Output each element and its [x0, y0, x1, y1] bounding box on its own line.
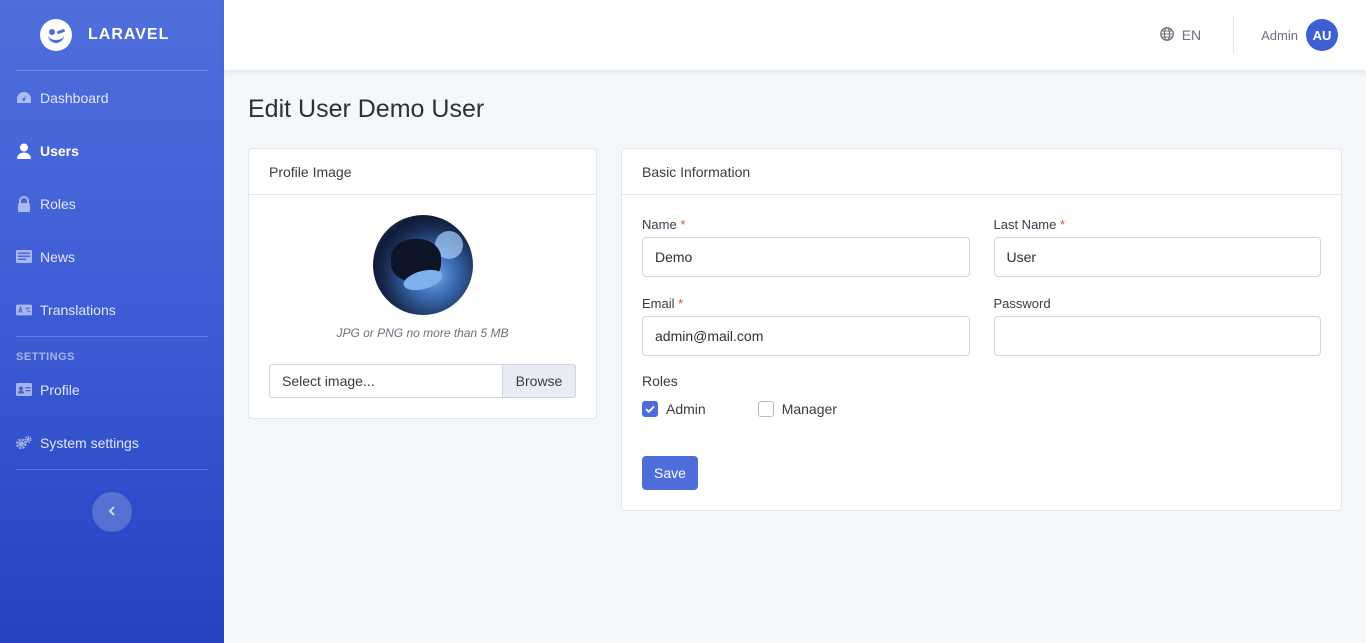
user-icon: [16, 143, 32, 159]
file-input-label[interactable]: Select image...: [270, 365, 502, 397]
sidebar-item-news[interactable]: News: [0, 230, 224, 283]
profile-image-card: Profile Image JPG or PNG no more than 5 …: [248, 148, 597, 419]
roles-label: Roles: [642, 373, 678, 389]
card-header: Basic Information: [622, 149, 1341, 195]
content: Edit User Demo User Profile Image JPG or…: [224, 70, 1366, 511]
sidebar-item-label: Roles: [40, 195, 76, 212]
image-hint: JPG or PNG no more than 5 MB: [336, 326, 509, 340]
email-label: Email *: [642, 296, 684, 311]
chevron-left-icon: [108, 503, 116, 521]
role-manager-checkbox[interactable]: Manager: [757, 401, 837, 417]
sidebar-item-label: Users: [40, 142, 79, 159]
password-field[interactable]: [993, 316, 1321, 356]
checkbox-unchecked[interactable]: [757, 401, 774, 417]
roles-checkboxes: Admin Manager: [642, 401, 1321, 417]
sidebar-item-label: Translations: [40, 301, 116, 318]
sidebar-divider: [16, 469, 208, 470]
globe-icon: [1159, 26, 1174, 44]
id-card-icon: [16, 382, 32, 398]
page-title: Edit User Demo User: [248, 95, 485, 123]
laravel-logo-icon: [40, 19, 72, 51]
topbar-divider: [1233, 16, 1235, 54]
brand[interactable]: LARAVEL: [0, 0, 224, 70]
card-body: Name * Last Name * Email *: [622, 195, 1341, 510]
language-icon: [16, 302, 32, 318]
language-label: EN: [1181, 27, 1202, 43]
main-area: EN Admin AU Edit User Demo User Profile …: [224, 0, 1366, 643]
tachometer-icon: [16, 90, 32, 106]
last-name-field[interactable]: [993, 237, 1321, 277]
card-body: JPG or PNG no more than 5 MB Select imag…: [249, 195, 596, 418]
lock-icon: [16, 195, 32, 212]
name-group: Name *: [642, 217, 970, 277]
sidebar-item-users[interactable]: Users: [0, 124, 224, 177]
card-header: Profile Image: [249, 149, 596, 195]
sidebar-item-profile[interactable]: Profile: [0, 363, 224, 416]
profile-image-wrapper: [269, 215, 576, 315]
sidebar: LARAVEL Dashboard Users Roles News Trans…: [0, 0, 224, 643]
sidebar-item-label: System settings: [40, 434, 139, 451]
sidebar-section-settings: SETTINGS: [16, 351, 76, 363]
sidebar-item-system-settings[interactable]: System settings: [0, 416, 224, 469]
sidebar-item-roles[interactable]: Roles: [0, 177, 224, 230]
profile-image: [372, 215, 473, 315]
topbar: EN Admin AU: [224, 0, 1366, 70]
checkbox-checked[interactable]: [642, 401, 658, 417]
browse-button[interactable]: Browse: [502, 365, 575, 397]
image-file-input[interactable]: Select image... Browse: [269, 364, 576, 398]
password-label: Password: [993, 296, 1051, 311]
last-name-label: Last Name *: [993, 217, 1066, 232]
language-switcher[interactable]: EN: [1152, 26, 1202, 44]
name-label: Name *: [642, 217, 686, 232]
role-label: Manager: [781, 401, 837, 417]
role-label: Admin: [666, 401, 706, 417]
cogs-icon: [16, 435, 32, 451]
save-button[interactable]: Save: [642, 456, 698, 490]
avatar: AU: [1306, 19, 1338, 51]
password-group: Password: [993, 296, 1321, 356]
email-group: Email *: [642, 296, 970, 356]
sidebar-item-translations[interactable]: Translations: [0, 283, 224, 336]
sidebar-item-dashboard[interactable]: Dashboard: [0, 71, 224, 124]
email-field[interactable]: [642, 316, 970, 356]
form-row: Name * Last Name *: [642, 217, 1321, 277]
user-name: Admin: [1261, 27, 1298, 43]
user-menu[interactable]: Admin AU: [1261, 19, 1338, 51]
last-name-group: Last Name *: [993, 217, 1321, 277]
name-field[interactable]: [642, 237, 970, 277]
cards-row: Profile Image JPG or PNG no more than 5 …: [248, 148, 1342, 511]
basic-information-card: Basic Information Name * Last Name *: [621, 148, 1342, 511]
sidebar-toggle-button[interactable]: [92, 492, 132, 532]
form-row: Email * Password: [642, 296, 1321, 356]
sidebar-item-label: News: [40, 248, 76, 265]
sidebar-item-label: Profile: [40, 381, 80, 398]
app-root: LARAVEL Dashboard Users Roles News Trans…: [0, 0, 1366, 643]
role-admin-checkbox[interactable]: Admin: [642, 401, 706, 417]
brand-name: LARAVEL: [88, 26, 170, 43]
sidebar-item-label: Dashboard: [40, 89, 109, 106]
newspaper-icon: [16, 249, 32, 265]
